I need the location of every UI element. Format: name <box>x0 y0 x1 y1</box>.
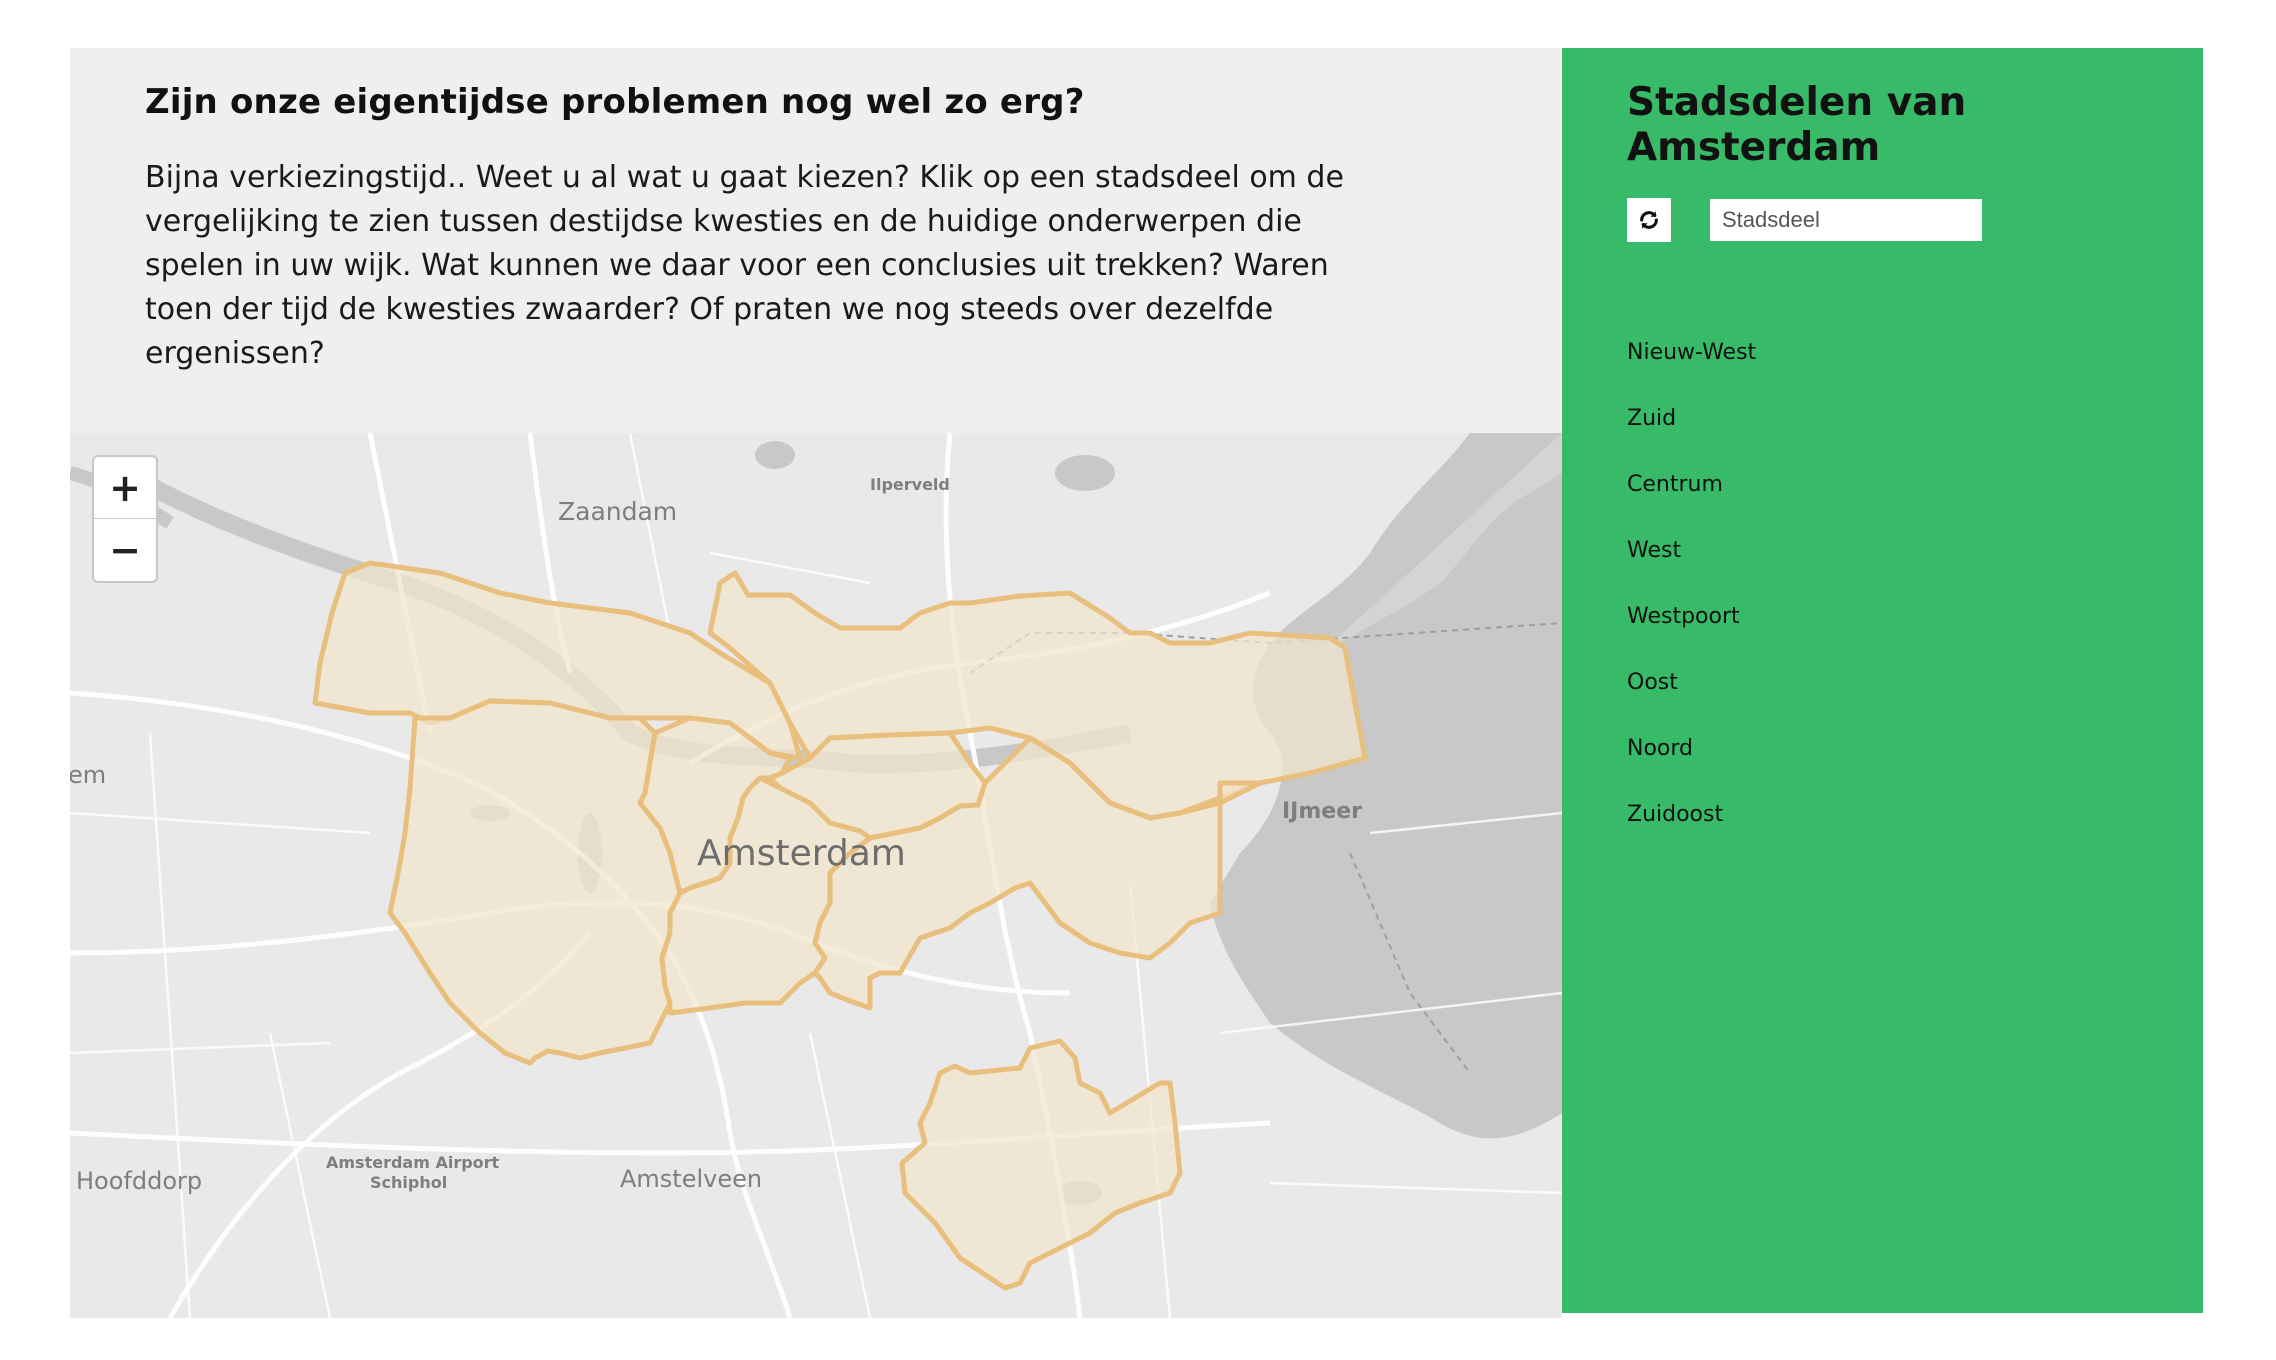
map-label-amsterdam: Amsterdam <box>697 833 906 874</box>
district-item-centrum[interactable]: Centrum <box>1627 472 1756 538</box>
district-item-zuid[interactable]: Zuid <box>1627 406 1756 472</box>
district-item-noord[interactable]: Noord <box>1627 736 1756 802</box>
sidebar-title: Stadsdelen van Amsterdam <box>1627 80 1967 170</box>
zoom-in-button[interactable]: + <box>94 457 156 519</box>
map-label-schiphol: Schiphol <box>370 1173 448 1192</box>
district-item-nieuw-west[interactable]: Nieuw-West <box>1627 340 1756 406</box>
intro-text: Bijna verkiezingstijd.. Weet u al wat u … <box>145 160 1344 371</box>
district-search-input[interactable] <box>1710 199 1982 241</box>
intro-title: Zijn onze eigentijdse problemen nog wel … <box>145 82 1085 122</box>
map-label-haarlem: em <box>70 761 107 789</box>
district-map[interactable]: + − Zaandam Ilperveld Amsterdam IJmeer e… <box>70 433 1562 1318</box>
refresh-button[interactable] <box>1627 198 1671 242</box>
map-label-zaandam: Zaandam <box>558 497 678 526</box>
district-item-oost[interactable]: Oost <box>1627 670 1756 736</box>
district-item-westpoort[interactable]: Westpoort <box>1627 604 1756 670</box>
refresh-icon <box>1640 211 1658 229</box>
district-item-west[interactable]: West <box>1627 538 1756 604</box>
map-label-ijmeer: IJmeer <box>1282 799 1362 824</box>
map-label-airport: Amsterdam Airport <box>326 1153 500 1172</box>
map-label-amstelveen: Amstelveen <box>620 1165 763 1193</box>
map-label-hoofddorp: Hoofddorp <box>76 1167 203 1195</box>
sidebar: Stadsdelen van Amsterdam Nieuw-West Zuid… <box>1562 48 2203 1313</box>
district-list: Nieuw-West Zuid Centrum West Westpoort O… <box>1627 340 1756 868</box>
zoom-control: + − <box>92 455 158 583</box>
zoom-out-button[interactable]: − <box>94 519 156 580</box>
map-label-ilperveld: Ilperveld <box>870 475 950 494</box>
map-base <box>70 433 1562 1318</box>
district-item-zuidoost[interactable]: Zuidoost <box>1627 802 1756 868</box>
intro-section: Zijn onze eigentijdse problemen nog wel … <box>145 82 1405 376</box>
